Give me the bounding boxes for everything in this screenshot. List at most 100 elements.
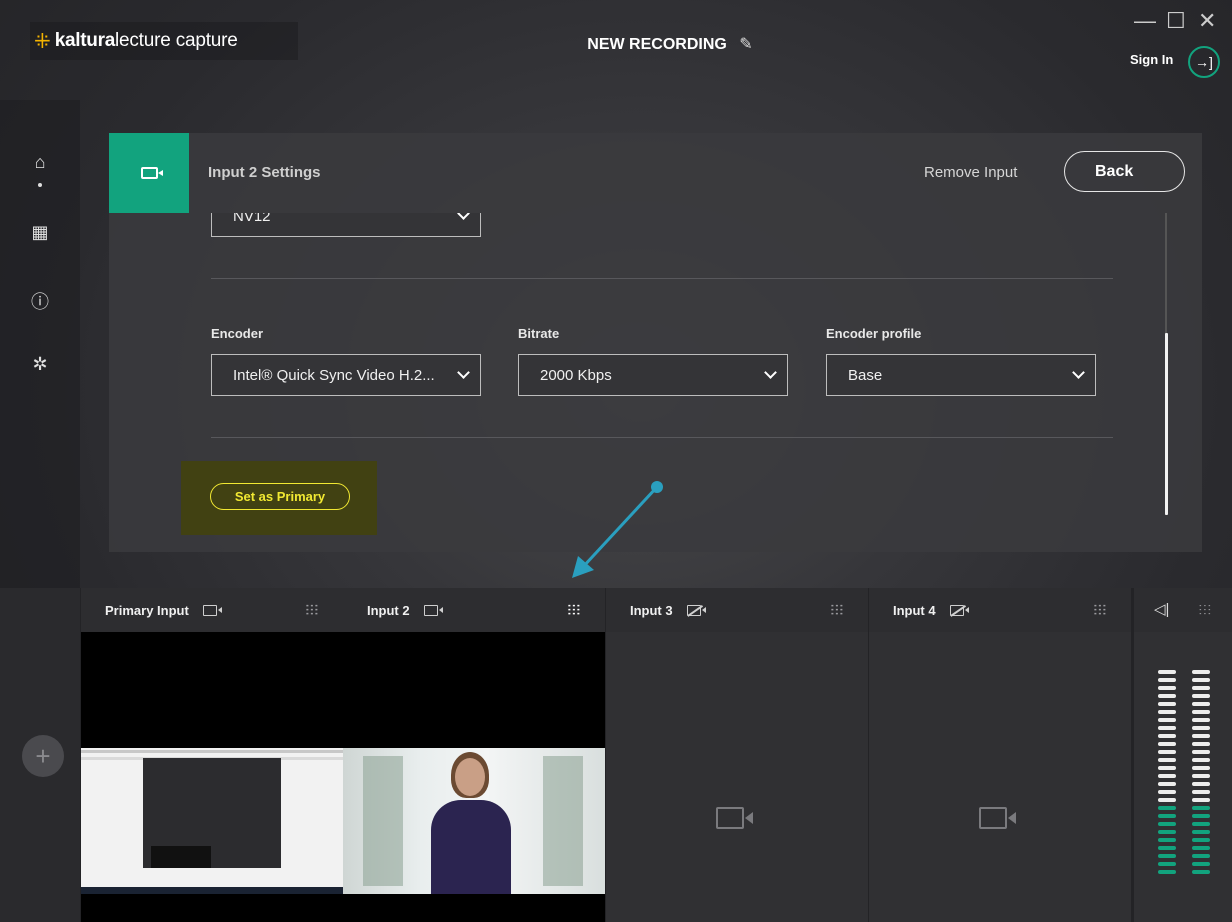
- info-icon[interactable]: ⓘ: [24, 288, 56, 314]
- input-preview: [81, 632, 343, 922]
- meter-segment: [1158, 854, 1176, 858]
- mixer-settings-icon[interactable]: ⫶⫶⫶: [1199, 602, 1213, 619]
- edit-pencil-icon[interactable]: ✎: [739, 34, 752, 54]
- input-preview-empty: [606, 632, 868, 922]
- section-divider: [211, 278, 1113, 279]
- add-input-button[interactable]: +: [22, 735, 64, 777]
- screen-capture-preview: [81, 748, 343, 894]
- camera-icon[interactable]: [202, 604, 222, 616]
- sign-in-label[interactable]: Sign In: [1130, 52, 1173, 67]
- recording-title[interactable]: NEW RECORDING ✎: [500, 34, 840, 54]
- camera-off-icon[interactable]: [686, 604, 706, 616]
- format-select[interactable]: NV12: [211, 213, 481, 237]
- calendar-icon[interactable]: ▦: [24, 222, 56, 243]
- back-button[interactable]: Back: [1064, 151, 1185, 192]
- input-tile-label: Input 4: [893, 602, 936, 618]
- format-select-value: NV12: [233, 213, 271, 225]
- meter-segment: [1192, 798, 1210, 802]
- audio-meter-left: [1158, 670, 1176, 878]
- meter-segment: [1158, 814, 1176, 818]
- sign-in-icon[interactable]: →]: [1188, 46, 1220, 78]
- minimize-button[interactable]: —: [1134, 8, 1156, 34]
- panel-camera-badge: [109, 133, 189, 213]
- meter-segment: [1192, 774, 1210, 778]
- meter-segment: [1192, 758, 1210, 762]
- home-icon[interactable]: ⌂: [24, 152, 56, 173]
- meter-segment: [1192, 686, 1210, 690]
- mixer-settings-icon[interactable]: ⫶⫶⫶: [831, 602, 845, 619]
- meter-segment: [1158, 710, 1176, 714]
- input-tile-label: Primary Input: [105, 602, 189, 618]
- input-tile-2[interactable]: Input 2 ⫶⫶⫶: [343, 588, 605, 922]
- mixer-settings-icon[interactable]: ⫶⫶⫶: [1094, 602, 1108, 619]
- meter-segment: [1192, 814, 1210, 818]
- encoder-profile-label: Encoder profile: [826, 326, 922, 341]
- mixer-settings-icon[interactable]: ⫶⫶⫶: [568, 602, 582, 619]
- meter-segment: [1158, 798, 1176, 802]
- meter-segment: [1192, 830, 1210, 834]
- settings-icon[interactable]: ✲: [24, 354, 56, 375]
- remove-input-link[interactable]: Remove Input: [924, 164, 1017, 181]
- meter-segment: [1192, 782, 1210, 786]
- camera-off-icon[interactable]: [949, 604, 969, 616]
- meter-segment: [1158, 782, 1176, 786]
- input-tile-primary[interactable]: Primary Input ⫶⫶⫶: [81, 588, 343, 922]
- meter-segment: [1158, 806, 1176, 810]
- input-tile-header: Input 4 ⫶⫶⫶: [869, 588, 1131, 632]
- chevron-down-icon: [457, 366, 470, 379]
- preview-taskbar: [81, 887, 343, 894]
- meter-segment: [1158, 870, 1176, 874]
- close-button[interactable]: ✕: [1198, 8, 1216, 34]
- mixer-settings-icon[interactable]: ⫶⫶⫶: [306, 602, 320, 619]
- meter-segment: [1192, 694, 1210, 698]
- meter-segment: [1192, 846, 1210, 850]
- recording-title-text: NEW RECORDING: [587, 36, 727, 53]
- encoder-profile-select[interactable]: Base: [826, 354, 1096, 396]
- set-as-primary-button[interactable]: Set as Primary: [210, 483, 350, 510]
- camera-icon: [140, 167, 163, 179]
- meter-segment: [1192, 718, 1210, 722]
- bitrate-select[interactable]: 2000 Kbps: [518, 354, 788, 396]
- input-tile-4[interactable]: Input 4 ⫶⫶⫶: [869, 588, 1131, 922]
- meter-segment: [1158, 750, 1176, 754]
- speaker-icon[interactable]: ◁|: [1154, 600, 1169, 618]
- encoder-select[interactable]: Intel® Quick Sync Video H.2...: [211, 354, 481, 396]
- audio-meter-panel: ◁| ⫶⫶⫶: [1134, 588, 1232, 922]
- preview-person-head: [455, 758, 485, 796]
- input-preview-empty: [869, 632, 1131, 922]
- panel-scrollbar-thumb[interactable]: [1165, 333, 1168, 515]
- meter-segment: [1158, 686, 1176, 690]
- meter-segment: [1192, 742, 1210, 746]
- meter-segment: [1158, 790, 1176, 794]
- input-tile-3[interactable]: Input 3 ⫶⫶⫶: [606, 588, 868, 922]
- meter-segment: [1158, 726, 1176, 730]
- input-preview: [343, 632, 605, 922]
- meter-segment: [1192, 822, 1210, 826]
- meter-segment: [1158, 702, 1176, 706]
- preview-background-window: [543, 756, 583, 886]
- meter-segment: [1192, 670, 1210, 674]
- meter-segment: [1192, 766, 1210, 770]
- audio-meter-header: ◁| ⫶⫶⫶: [1134, 588, 1232, 632]
- meter-segment: [1158, 758, 1176, 762]
- annotation-arrow: [572, 481, 663, 578]
- input-tile-header: Primary Input ⫶⫶⫶: [81, 588, 343, 632]
- meter-segment: [1192, 710, 1210, 714]
- section-divider: [211, 437, 1113, 438]
- input-tile-label: Input 3: [630, 602, 673, 618]
- meter-segment: [1192, 854, 1210, 858]
- side-rail: [0, 100, 80, 588]
- meter-segment: [1192, 734, 1210, 738]
- maximize-button[interactable]: ☐: [1166, 8, 1186, 34]
- meter-segment: [1192, 726, 1210, 730]
- logo-text-light: lecture capture: [114, 30, 238, 51]
- meter-segment: [1192, 678, 1210, 682]
- meter-segment: [1158, 694, 1176, 698]
- format-select-clip: NV12: [211, 213, 481, 237]
- meter-segment: [1158, 670, 1176, 674]
- meter-segment: [1158, 774, 1176, 778]
- input-tile-header: Input 3 ⫶⫶⫶: [606, 588, 868, 632]
- meter-segment: [1158, 830, 1176, 834]
- camera-icon[interactable]: [423, 604, 443, 616]
- meter-segment: [1158, 846, 1176, 850]
